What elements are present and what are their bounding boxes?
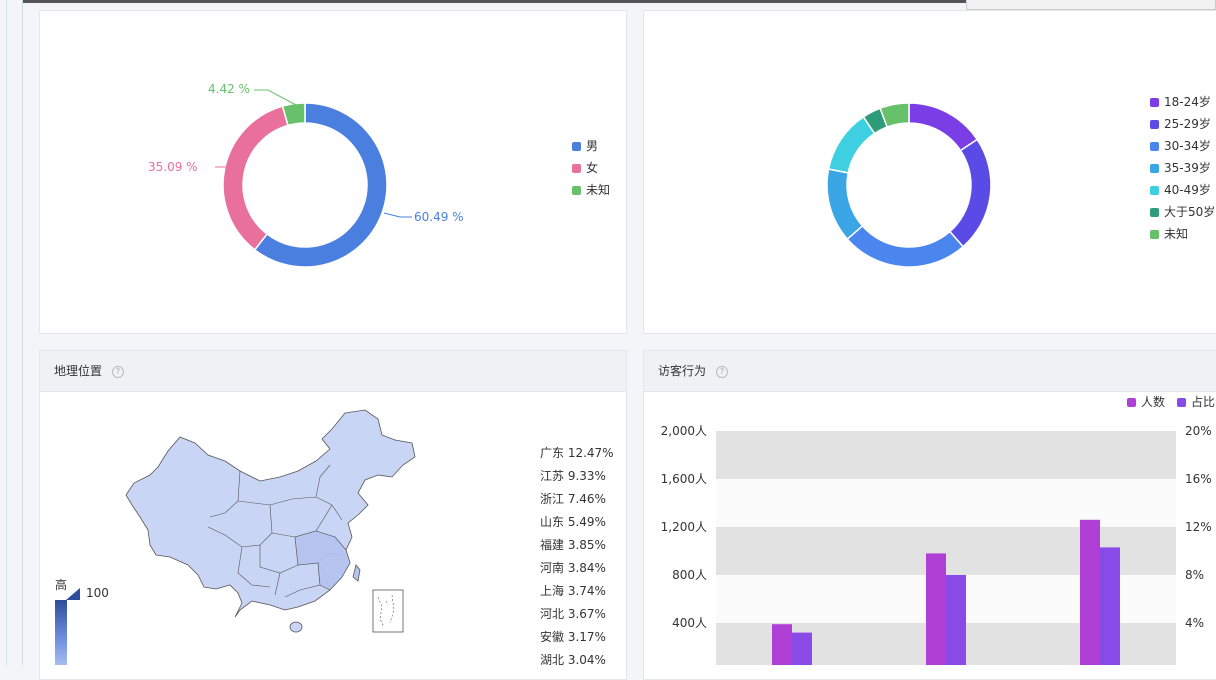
legend-label: 40-49岁 [1164, 183, 1211, 197]
y-tick-label: 400人 [672, 616, 707, 630]
y-tick-label: 2,000人 [661, 424, 707, 438]
y-tick-label: 1,600人 [661, 472, 707, 486]
gender-panel: 60.49 % 35.09 % 4.42 % 男 女 未知 [39, 10, 627, 334]
label-line-unknown [254, 89, 297, 106]
region-row: 湖北 3.04% [540, 653, 606, 667]
legend-item-male[interactable]: 男 [572, 139, 598, 153]
china-map[interactable] [120, 405, 420, 635]
age-slice-0[interactable] [908, 102, 979, 152]
grid-band [716, 479, 1176, 527]
legend-swatch [1150, 186, 1159, 195]
legend-swatch [572, 164, 581, 173]
y2-tick-label: 4% [1185, 616, 1204, 630]
bar-count[interactable] [1080, 519, 1100, 665]
help-circle-icon[interactable]: ? [716, 365, 729, 378]
age-slice-4[interactable] [827, 115, 876, 174]
legend-swatch [572, 142, 581, 151]
region-row: 河北 3.67% [540, 607, 606, 621]
legend-swatch [1150, 230, 1159, 239]
age-slice-3[interactable] [826, 168, 864, 241]
visitor-bar-chart: 400人 800人 1,200人 1,600人 2,000人 4% 8% 12% 16% 20% [661, 424, 1212, 665]
region-row: 广东 12.47% [540, 446, 614, 460]
region-row: 河南 3.84% [540, 561, 606, 575]
legend-item-40-49[interactable]: 40-49岁 [1150, 183, 1211, 197]
legend-item-over-50[interactable]: 大于50岁 [1150, 205, 1215, 219]
legend-label: 25-29岁 [1164, 117, 1211, 131]
visual-map-scale-bar[interactable] [55, 600, 67, 665]
age-slice-1[interactable] [948, 138, 992, 248]
gender-slice-1[interactable] [222, 105, 289, 251]
data-label-female: 35.09 % [148, 160, 198, 174]
legend-item-unknown[interactable]: 未知 [572, 183, 610, 197]
region-row: 山东 5.49% [540, 515, 606, 529]
legend-label: 未知 [586, 183, 611, 197]
region-ranking-list: 广东 12.47% 江苏 9.33% 浙江 7.46% 山东 5.49% 福建 … [540, 445, 614, 675]
map-island-hainan[interactable] [289, 621, 303, 633]
legend-label: 35-39岁 [1164, 161, 1211, 175]
bar-ratio[interactable] [792, 632, 812, 665]
y2-tick-label: 12% [1185, 520, 1212, 534]
region-row: 江苏 9.33% [540, 469, 606, 483]
y-tick-label: 1,200人 [661, 520, 707, 534]
legend-label: 30-34岁 [1164, 139, 1211, 153]
panel-title: 访客行为 [658, 364, 707, 378]
legend-swatch [1150, 164, 1159, 173]
age-donut-chart [826, 102, 992, 268]
legend-label: 女 [586, 161, 599, 175]
region-row: 福建 3.85% [540, 538, 606, 552]
legend-item-18-24[interactable]: 18-24岁 [1150, 95, 1211, 109]
age-slice-2[interactable] [846, 224, 965, 268]
legend-item-unknown[interactable]: 未知 [1150, 227, 1188, 241]
bar-ratio[interactable] [1100, 547, 1120, 665]
legend-item-female[interactable]: 女 [572, 161, 598, 175]
grid-band [716, 431, 1176, 479]
help-circle-icon[interactable]: ? [112, 365, 125, 378]
window-controls[interactable] [966, 0, 1216, 10]
map-island-taiwan[interactable] [352, 564, 361, 582]
legend-item-25-29[interactable]: 25-29岁 [1150, 117, 1211, 131]
bar-count[interactable] [926, 553, 946, 665]
scale-handle-icon[interactable] [66, 588, 80, 600]
left-rail [0, 0, 23, 665]
y2-tick-label: 16% [1185, 472, 1212, 486]
region-row: 上海 3.74% [540, 584, 606, 598]
bar-count[interactable] [772, 624, 792, 665]
label-line-male [383, 212, 412, 218]
legend-item-30-34[interactable]: 30-34岁 [1150, 139, 1211, 153]
visitor-panel-header: 访客行为? [644, 351, 1216, 392]
legend-swatch [572, 186, 581, 195]
legend-swatch [1150, 142, 1159, 151]
legend-swatch [1150, 98, 1159, 107]
data-label-male: 60.49 % [414, 210, 464, 224]
legend-label: 大于50岁 [1164, 205, 1216, 219]
panel-title: 地理位置 [54, 364, 103, 378]
data-label-unknown: 4.42 % [208, 82, 250, 96]
region-row: 浙江 7.46% [540, 492, 606, 506]
geo-panel-header: 地理位置? [40, 351, 626, 392]
gender-donut-chart: 60.49 % 35.09 % 4.42 % [148, 82, 464, 268]
y2-tick-label: 8% [1185, 568, 1204, 582]
legend-label: 男 [586, 139, 599, 153]
legend-label: 18-24岁 [1164, 95, 1211, 109]
legend-swatch [1150, 120, 1159, 129]
age-panel: 18-24岁 25-29岁 30-34岁 35-39岁 40-49岁 大于50岁… [643, 10, 1216, 334]
legend-swatch [1150, 208, 1159, 217]
y2-tick-label: 20% [1185, 424, 1212, 438]
legend-item-35-39[interactable]: 35-39岁 [1150, 161, 1211, 175]
y-tick-label: 800人 [672, 568, 707, 582]
south-sea-inset [372, 589, 404, 633]
scale-max-value: 100 [86, 586, 109, 600]
bar-ratio[interactable] [946, 575, 966, 665]
region-row: 安徽 3.17% [540, 630, 606, 644]
legend-label: 未知 [1164, 227, 1189, 241]
